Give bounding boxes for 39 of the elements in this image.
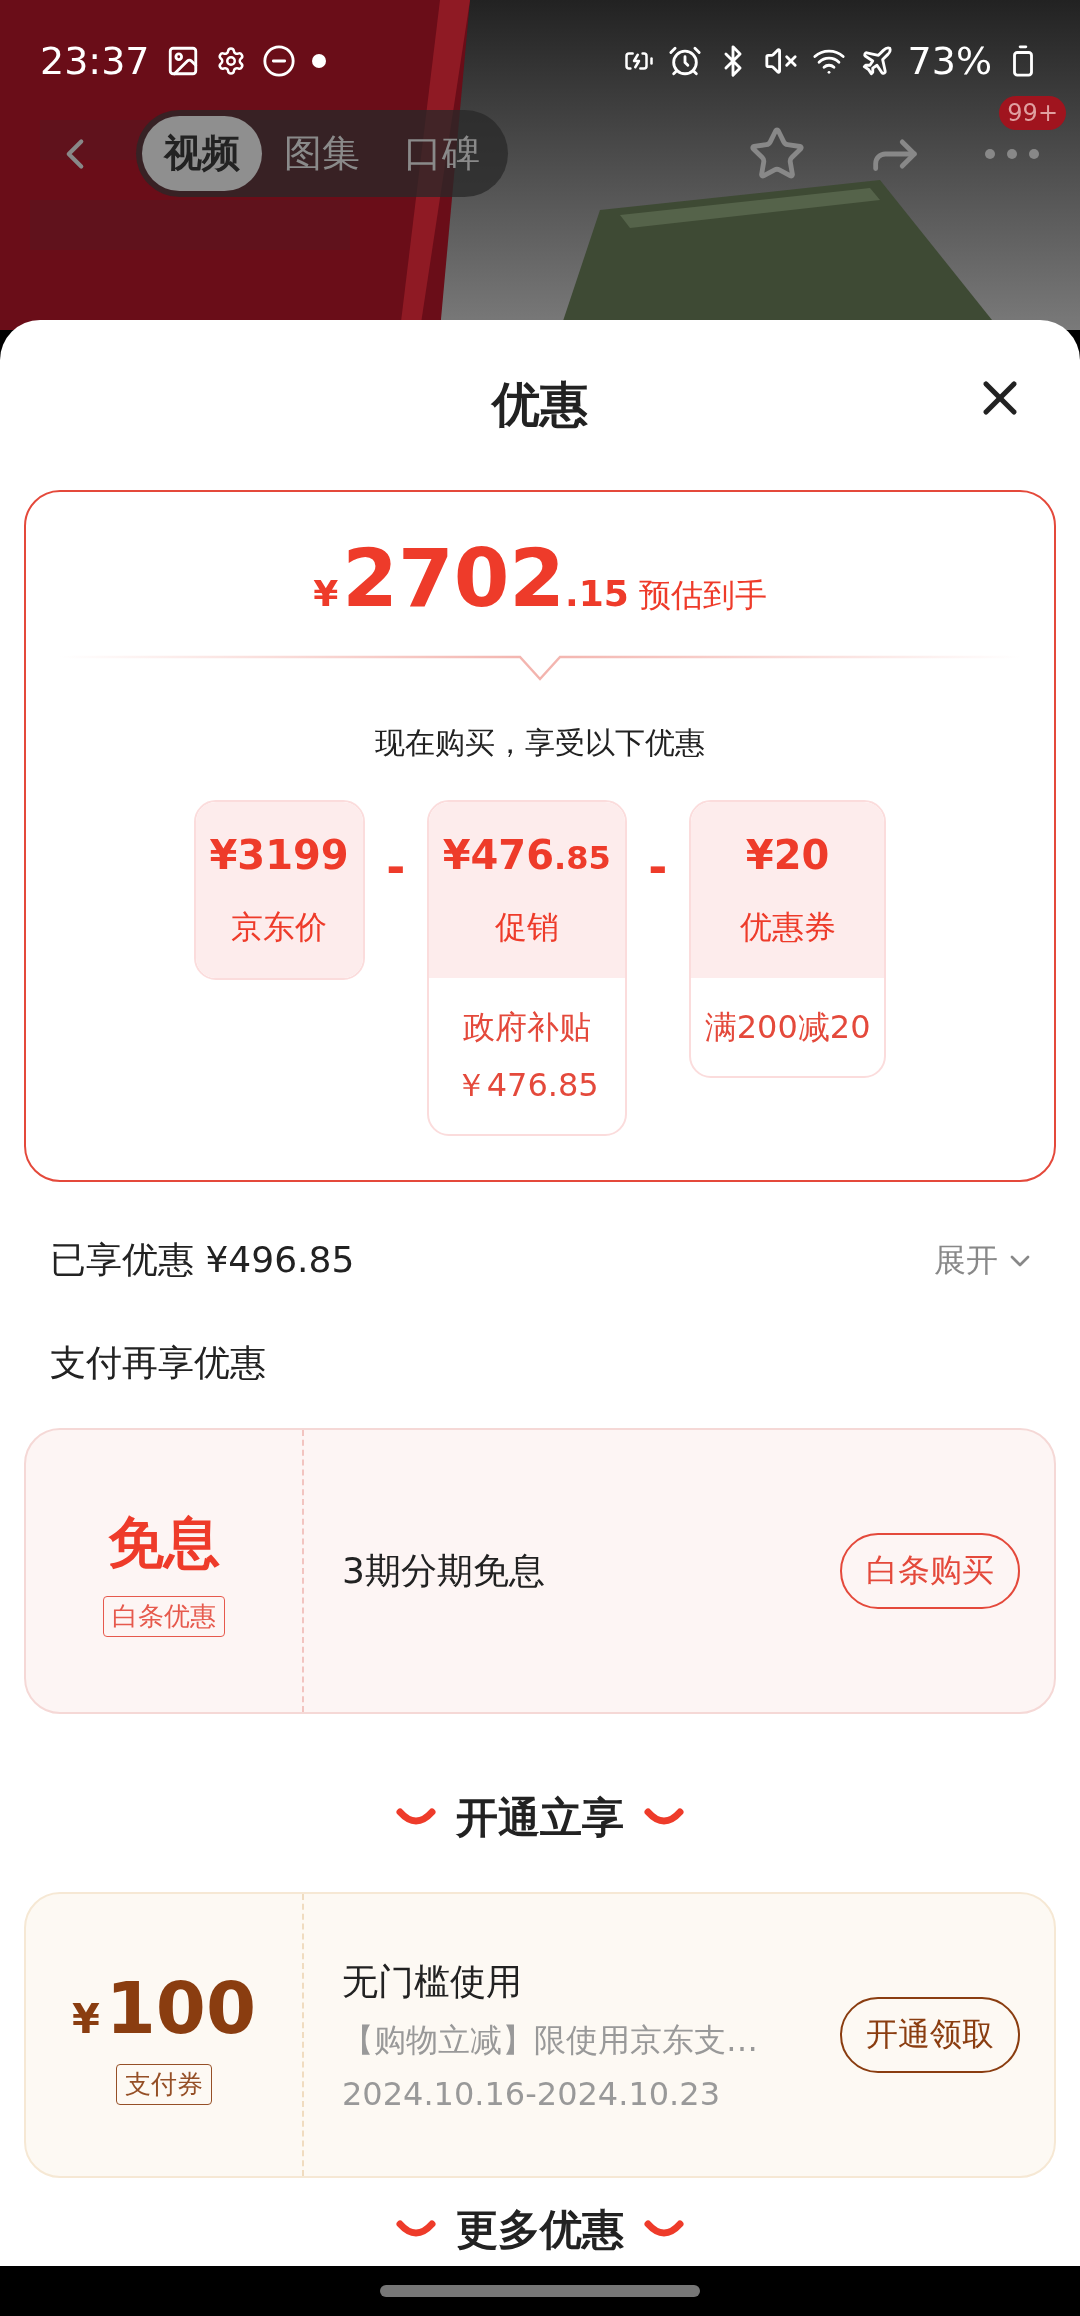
offer-button[interactable]: 开通领取 (840, 1997, 1020, 2073)
gear-icon (215, 46, 246, 76)
home-handle[interactable] (380, 2285, 700, 2297)
section-heading: 开通立享 (456, 1792, 624, 1844)
offer-headline: 免息 (108, 1508, 220, 1577)
offer-title: 无门槛使用 (342, 1959, 523, 2004)
alarm-icon (667, 44, 702, 78)
component-detail: 满200减20 (704, 1007, 871, 1048)
do-not-disturb-icon (261, 44, 296, 78)
sheet-title: 优惠 (492, 375, 588, 434)
component-amount: ¥3199 (209, 832, 349, 878)
offer-tag: 支付券 (116, 2063, 212, 2105)
tab[interactable]: 口碑 (382, 116, 502, 191)
more-icon[interactable] (984, 147, 1040, 160)
minus-sign: - (385, 840, 407, 894)
component-label: 京东价 (231, 907, 328, 948)
minus-sign: - (647, 840, 669, 894)
component-label: 优惠券 (739, 907, 836, 948)
status-time: 23:37 (40, 39, 150, 83)
offer-button[interactable]: 白条购买 (840, 1533, 1020, 1609)
offer-description: 【购物立减】限使用京东支… (342, 2019, 759, 2061)
section-heading: 支付再享优惠 (49, 1341, 267, 1385)
component-amount: ¥476.85 (442, 832, 611, 878)
tab[interactable]: 视频 (142, 116, 262, 191)
estimated-price: ¥2702.15 预估到手 (313, 532, 767, 625)
discount-subtitle: 现在购买，享受以下优惠 (375, 724, 705, 762)
expand-button[interactable]: 展开 (934, 1238, 1036, 1283)
battery-percent: 73% (907, 39, 992, 83)
offer-title: 3期分期免息 (342, 1548, 546, 1593)
section-heading: 更多优惠 (456, 2204, 624, 2256)
component-label: 促销 (494, 907, 559, 948)
component-detail: ￥476.85 (454, 1065, 599, 1106)
tab[interactable]: 图集 (262, 116, 382, 191)
saved-total: 已享优惠 ¥496.85 (50, 1238, 355, 1282)
offer-dates: 2024.10.16-2024.10.23 (342, 2074, 721, 2113)
component-amount: ¥20 (745, 832, 830, 878)
offer-headline: ¥100 (71, 1965, 257, 2050)
offer-tag: 白条优惠 (103, 1595, 225, 1637)
component-detail: 政府补贴 (462, 1007, 591, 1048)
